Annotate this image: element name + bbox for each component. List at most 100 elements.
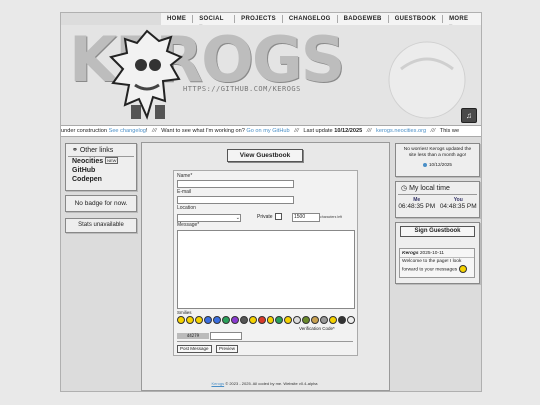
preview-button[interactable]: Preview [216,345,239,353]
chars-left-label: characters left [320,215,342,219]
guestbook-entry: Kerogs 2025-10-11 Welcome to the page! I… [399,248,475,278]
smiley-icon[interactable] [329,316,338,324]
smiley-icon[interactable] [185,316,194,324]
nav-social[interactable]: SOCIAL ▾ [192,15,234,30]
location-select[interactable]: ⌄ [177,214,241,222]
other-links-label: Other links [79,147,114,154]
form-divider [177,341,353,342]
link-neocities[interactable]: Neocities NEW [66,157,136,166]
message-label: Message* [177,222,200,228]
post-message-button[interactable]: Post Message [177,345,212,353]
captcha-input[interactable] [210,332,242,340]
local-time-label: My local time [409,185,450,192]
link-github[interactable]: GitHub [66,166,136,175]
ticker-text: This we [439,128,460,134]
smiley-icon[interactable] [338,316,347,324]
private-checkbox[interactable] [275,213,282,220]
chevron-down-icon: ⌄ [235,215,240,221]
smiley-icon[interactable] [194,316,203,324]
github-link[interactable]: Go on my GitHub [246,128,289,134]
nav-badgeweb[interactable]: BADGEWEB [336,15,388,23]
location-label: Location [177,205,196,211]
footer-link[interactable]: Kerogs [211,381,224,386]
sign-panel: Sign Guestbook Kerogs 2025-10-11 Welcome… [395,222,480,284]
smiley-icon[interactable] [239,316,248,324]
ticker-text: Last update [303,128,333,134]
bubble-decoration [388,41,466,119]
char-counter: 1500 [292,213,320,222]
nav-home[interactable]: HOME [161,15,192,23]
guestbook-form: Name* E-mail Location ⌄ Private 1500 cha… [173,170,358,356]
entry-header: Kerogs 2025-10-11 [400,249,474,256]
smiley-icon[interactable] [320,316,329,324]
verification-label: Verification Code* [299,326,335,331]
update-notice-date: 10/12/2025 [396,162,479,167]
smiley-icon [458,265,467,273]
ticker-separator: /// [294,128,299,134]
mascot-image [109,29,183,120]
smiley-icon[interactable] [293,316,302,324]
notice-date-text: 10/12/2025 [429,162,452,167]
link-codepen[interactable]: Codepen [66,175,136,184]
view-guestbook-button[interactable]: View Guestbook [227,149,303,162]
private-label: Private [257,214,273,220]
name-label: Name* [177,173,193,179]
you-time-block: You 04:48:35 PM [440,197,477,210]
last-update-date: 10/12/2025 [334,128,363,134]
smiley-icon[interactable] [284,316,293,324]
update-notice-text: No worries! Kerogs updated the site less… [403,147,472,158]
message-textarea[interactable] [177,230,355,309]
local-time-title: ◷ My local time [398,182,477,195]
ticker-text: ! [145,128,148,134]
news-ticker: under construction See changelog! /// Wa… [61,125,481,137]
email-input[interactable] [177,196,294,204]
smiley-icon[interactable] [203,316,212,324]
new-badge: NEW [105,157,119,164]
sign-guestbook-button[interactable]: Sign Guestbook [400,226,475,237]
smiley-icon[interactable] [275,316,284,324]
smiley-icon[interactable] [248,316,257,324]
smiley-icon[interactable] [266,316,275,324]
smiley-icon[interactable] [212,316,221,324]
me-time: 06:48:35 PM [398,203,436,210]
site-footer: Kerogs © 2023 - 2025. All coded by me. W… [141,381,388,386]
clock-icon: ◷ [401,185,408,192]
changelog-link[interactable]: See changelog [109,128,146,134]
smiley-icon[interactable] [221,316,230,324]
update-notice: No worries! Kerogs updated the site less… [395,143,480,177]
smilies-row [177,316,356,325]
ticker-separator: /// [366,128,372,134]
ticker-separator: /// [430,128,436,134]
you-time: 04:48:35 PM [439,203,477,210]
email-label: E-mail [177,189,192,195]
nav-projects[interactable]: PROJECTS [234,15,282,23]
site-container: HOME SOCIAL ▾ PROJECTS CHANGELOG BADGEWE… [60,12,482,392]
entry-date: 2025-10-11 [419,251,445,256]
smiley-icon[interactable] [257,316,266,324]
ticker-text: under construction [61,128,108,134]
badge-panel: No badge for now. [65,195,137,212]
speaker-icon[interactable]: ♫ [461,108,477,123]
smilies-label: Smilies [177,310,192,315]
dot-icon [423,162,427,167]
smiley-icon[interactable] [302,316,311,324]
name-input[interactable] [177,180,294,188]
ticker-text: Want to see what I'm working on? [161,128,245,134]
stats-panel: Stats unavailable [65,218,137,233]
footer-text: © 2023 - 2025. All coded by me. Website … [225,381,318,386]
entry-author: Kerogs [402,251,419,256]
time-grid: Me 06:48:35 PM You 04:48:35 PM [396,195,479,210]
nav-guestbook[interactable]: GUESTBOOK [387,15,442,23]
github-url[interactable]: HTTPS://GITHUB.COM/KEROGS [183,85,301,93]
nav-more[interactable]: MORE ▾ [442,15,479,30]
smiley-icon[interactable] [311,316,320,324]
neocities-link[interactable]: kerogs.neocities.org [376,128,426,134]
smiley-icon[interactable] [177,316,185,324]
smiley-icon[interactable] [230,316,239,324]
other-links-panel: ⚭ Other links Neocities NEW GitHub Codep… [65,143,137,191]
nav-changelog[interactable]: CHANGELOG [281,15,337,23]
smiley-icon[interactable] [347,316,356,324]
me-time-block: Me 06:48:35 PM [398,197,435,210]
other-links-title: ⚭ Other links [68,144,134,157]
site-header: KEROGS HTTPS://GITHUB.COM/KEROGS ♫ [61,25,481,125]
